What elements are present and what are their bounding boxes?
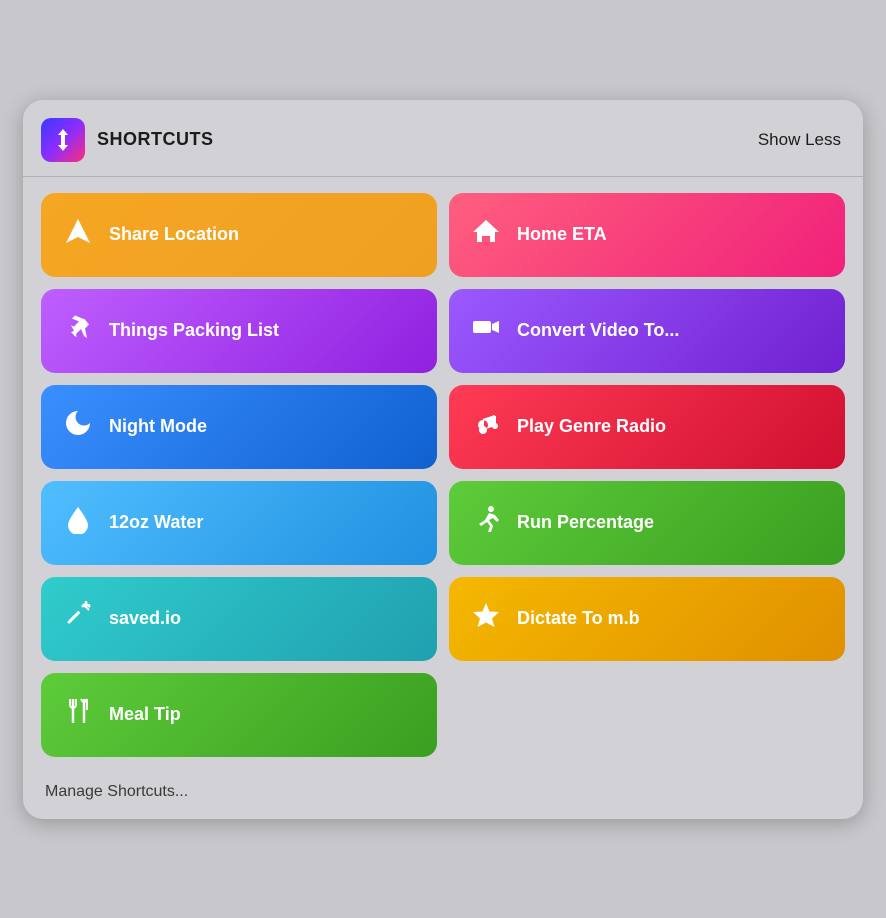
shortcut-home-eta[interactable]: Home ETA [449,193,845,277]
shortcut-share-location[interactable]: Share Location [41,193,437,277]
video-icon [469,312,503,349]
shortcut-things-packing[interactable]: Things Packing List [41,289,437,373]
app-title: SHORTCUTS [97,129,214,150]
shortcut-play-genre[interactable]: Play Genre Radio [449,385,845,469]
shortcut-night-mode[interactable]: Night Mode [41,385,437,469]
shortcut-meal-tip[interactable]: Meal Tip [41,673,437,757]
shortcut-saved-io[interactable]: saved.io [41,577,437,661]
things-packing-label: Things Packing List [109,320,279,342]
header-left: SHORTCUTS [41,118,214,162]
manage-row: Manage Shortcuts... [23,773,863,819]
moon-icon [61,408,95,445]
manage-shortcuts-button[interactable]: Manage Shortcuts... [45,783,188,801]
show-less-button[interactable]: Show Less [758,130,841,150]
share-location-label: Share Location [109,224,239,246]
utensils-icon [61,696,95,733]
shortcuts-grid: Share Location Home ETA Things Packing L… [23,177,863,773]
shortcuts-app-icon [48,125,78,155]
shortcut-convert-video[interactable]: Convert Video To... [449,289,845,373]
music-icon [469,408,503,445]
shortcut-run-percentage[interactable]: Run Percentage [449,481,845,565]
run-percentage-label: Run Percentage [517,512,654,534]
run-icon [469,504,503,541]
plane-icon [61,312,95,349]
play-genre-label: Play Genre Radio [517,416,666,438]
night-mode-label: Night Mode [109,416,207,438]
star-icon [469,600,503,637]
header: SHORTCUTS Show Less [23,100,863,176]
navigation-icon [61,216,95,253]
shortcut-dictate[interactable]: Dictate To m.b [449,577,845,661]
meal-tip-label: Meal Tip [109,704,181,726]
shortcut-water[interactable]: 12oz Water [41,481,437,565]
saved-io-label: saved.io [109,608,181,630]
app-icon [41,118,85,162]
home-icon [469,216,503,253]
widget-container: SHORTCUTS Show Less Share Location Home … [23,100,863,819]
drop-icon [61,504,95,541]
wand-icon [61,600,95,637]
water-label: 12oz Water [109,512,203,534]
convert-video-label: Convert Video To... [517,320,679,342]
home-eta-label: Home ETA [517,224,607,246]
dictate-label: Dictate To m.b [517,608,640,630]
